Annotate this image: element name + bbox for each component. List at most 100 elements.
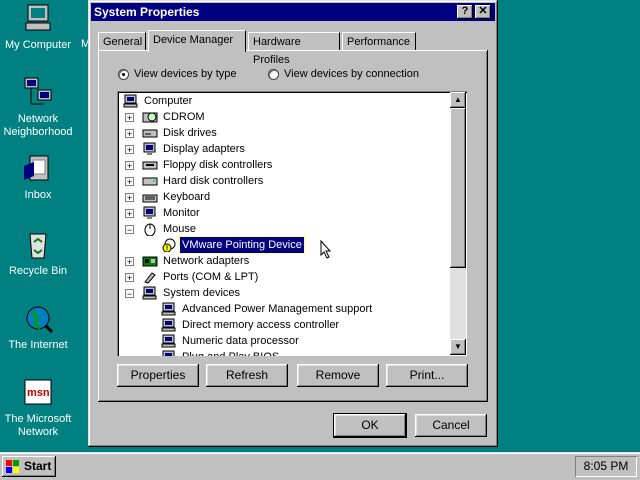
keyboard-icon bbox=[142, 194, 158, 203]
system-device-icon bbox=[161, 318, 176, 332]
tree-item[interactable]: + Disk drives bbox=[117, 125, 449, 141]
view-by-type-radio[interactable] bbox=[118, 69, 129, 80]
tree-item[interactable]: + Ports (COM & LPT) bbox=[117, 269, 449, 285]
tree-item[interactable]: + CDROM bbox=[117, 109, 449, 125]
tree-item[interactable]: + Network adapters bbox=[117, 253, 449, 269]
tree-item-label: Disk drives bbox=[163, 127, 217, 139]
view-by-type-label[interactable]: View devices by type bbox=[134, 68, 237, 80]
tab-device-manager[interactable]: Device Manager bbox=[148, 30, 246, 52]
internet-icon bbox=[26, 306, 54, 334]
expand-icon[interactable]: + bbox=[125, 161, 134, 171]
cdrom-icon bbox=[142, 112, 158, 123]
desktop-icon-network-neighborhood[interactable]: Network Neighborhood bbox=[0, 76, 76, 139]
computer-icon bbox=[142, 286, 157, 300]
start-button[interactable]: Start bbox=[2, 456, 56, 477]
properties-button[interactable]: Properties bbox=[117, 364, 199, 387]
tab-performance[interactable]: Performance bbox=[342, 32, 416, 50]
tree-item-label: Advanced Power Management support bbox=[182, 303, 373, 315]
tree-item-label: System devices bbox=[163, 287, 241, 299]
expand-icon[interactable]: + bbox=[125, 209, 134, 219]
svg-text:msn: msn bbox=[27, 387, 50, 399]
floppy-controller-icon bbox=[142, 161, 158, 170]
desktop-icon-label: The Internet bbox=[8, 339, 68, 351]
msn-icon: msn bbox=[24, 379, 52, 405]
mouse-pointer-icon bbox=[320, 240, 332, 259]
tree-item[interactable]: Numeric data processor bbox=[117, 333, 449, 349]
view-by-connection-label[interactable]: View devices by connection bbox=[284, 68, 419, 80]
collapse-icon[interactable]: − bbox=[125, 225, 134, 235]
tree-item-label: Monitor bbox=[163, 207, 200, 219]
expand-icon[interactable]: + bbox=[125, 257, 134, 267]
ok-button[interactable]: OK bbox=[334, 414, 406, 437]
network-icon bbox=[24, 77, 52, 105]
desktop-icon-recycle-bin[interactable]: Recycle Bin bbox=[0, 228, 76, 278]
tree-item-label: CDROM bbox=[163, 111, 205, 123]
monitor-icon bbox=[143, 142, 156, 155]
expand-icon[interactable]: + bbox=[125, 129, 134, 139]
tree-item[interactable]: Plug and Play BIOS bbox=[117, 349, 449, 356]
print-button[interactable]: Print... bbox=[386, 364, 468, 387]
tree-scrollbar[interactable]: ▲ ▼ bbox=[450, 92, 466, 355]
tree-item[interactable]: Direct memory access controller bbox=[117, 317, 449, 333]
desktop-icon-msn[interactable]: msn The Microsoft Network bbox=[0, 376, 76, 439]
clock[interactable]: 8:05 PM bbox=[575, 456, 637, 477]
tree-item-label: Floppy disk controllers bbox=[163, 159, 273, 171]
desktop-icon-my-computer[interactable]: My Computer bbox=[0, 2, 76, 52]
desktop-icon-label: Inbox bbox=[24, 189, 52, 201]
refresh-button[interactable]: Refresh bbox=[206, 364, 288, 387]
expand-icon[interactable]: + bbox=[125, 193, 134, 203]
tree-item[interactable]: − System devices bbox=[117, 285, 449, 301]
tree-item-label: Hard disk controllers bbox=[163, 175, 264, 187]
tab-general[interactable]: General bbox=[98, 32, 146, 50]
view-by-connection-radio[interactable] bbox=[268, 69, 279, 80]
expand-icon[interactable]: + bbox=[125, 145, 134, 155]
title-bar[interactable]: System Properties ? ✕ bbox=[91, 3, 495, 21]
remove-button[interactable]: Remove bbox=[297, 364, 379, 387]
tree-item[interactable]: Computer bbox=[117, 93, 449, 109]
window-title: System Properties bbox=[94, 5, 200, 19]
tree-item[interactable]: + Keyboard bbox=[117, 189, 449, 205]
tree-item-label-selected: VMware Pointing Device bbox=[179, 236, 305, 254]
tree-item[interactable]: + Floppy disk controllers bbox=[117, 157, 449, 173]
tree-item[interactable]: + Hard disk controllers bbox=[117, 173, 449, 189]
tree-item-label: Network adapters bbox=[163, 255, 250, 267]
expand-icon[interactable]: + bbox=[125, 273, 134, 283]
taskbar: Start 8:05 PM bbox=[0, 452, 640, 480]
tree-item[interactable]: + Display adapters bbox=[117, 141, 449, 157]
tree-item-label: Plug and Play BIOS bbox=[180, 349, 281, 356]
desktop-icon-inbox[interactable]: Inbox bbox=[0, 152, 76, 202]
scroll-thumb[interactable] bbox=[450, 108, 466, 268]
tree-item-label: Ports (COM & LPT) bbox=[163, 271, 259, 283]
tree-item[interactable]: − Mouse bbox=[117, 221, 449, 237]
tab-hardware-profiles[interactable]: Hardware Profiles bbox=[248, 32, 340, 66]
help-button[interactable]: ? bbox=[457, 5, 473, 19]
desktop-icon-label: The Microsoft Network bbox=[4, 413, 72, 438]
tree-item-label: Direct memory access controller bbox=[182, 319, 340, 331]
system-device-icon bbox=[161, 302, 176, 316]
desktop-icon-label: Recycle Bin bbox=[8, 265, 68, 277]
radio-selected-dot bbox=[122, 73, 125, 76]
tree-item[interactable]: VMware Pointing Device bbox=[117, 236, 449, 254]
tree-item[interactable]: + Monitor bbox=[117, 205, 449, 221]
scroll-down-button[interactable]: ▼ bbox=[450, 339, 466, 355]
close-button[interactable]: ✕ bbox=[475, 5, 491, 19]
tree-item-label: Mouse bbox=[163, 223, 197, 235]
cancel-button[interactable]: Cancel bbox=[415, 414, 487, 437]
tree-item-label: Numeric data processor bbox=[182, 335, 299, 347]
tree-item[interactable]: Advanced Power Management support bbox=[117, 301, 449, 317]
device-tree[interactable]: Computer + CDROM + Disk drives + Display adapt… bbox=[117, 91, 467, 356]
expand-icon[interactable]: + bbox=[125, 177, 134, 187]
tree-item-label: Display adapters bbox=[163, 143, 245, 155]
mouse-icon bbox=[144, 223, 156, 236]
scroll-up-button[interactable]: ▲ bbox=[450, 92, 466, 108]
system-device-icon bbox=[161, 334, 176, 348]
desktop-icon-label: Network Neighborhood bbox=[3, 113, 73, 138]
expand-icon[interactable]: + bbox=[125, 113, 134, 123]
port-icon bbox=[144, 272, 156, 284]
system-device-icon bbox=[162, 350, 175, 356]
collapse-icon[interactable]: − bbox=[125, 289, 134, 299]
recycle-bin-icon bbox=[29, 233, 47, 259]
tree-item-label: Keyboard bbox=[163, 191, 211, 203]
desktop-icon-the-internet[interactable]: The Internet bbox=[0, 302, 76, 352]
start-label: Start bbox=[24, 459, 52, 473]
